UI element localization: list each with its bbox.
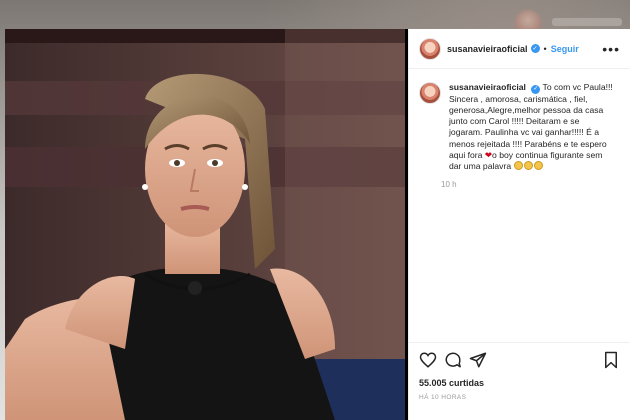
post-side-panel: susanavieiraoficial ✓ • Seguir ••• susan… xyxy=(408,29,630,420)
post-timestamp: HÁ 10 HORAS xyxy=(419,394,467,401)
grimace-emoji-icon xyxy=(513,161,523,171)
post-photo[interactable] xyxy=(5,29,405,420)
heart-icon[interactable] xyxy=(419,351,437,369)
caption-username[interactable]: susanavieiraoficial xyxy=(449,82,526,92)
verified-badge-icon: ✓ xyxy=(530,44,540,53)
caption-age: 10 h xyxy=(441,179,457,189)
post-actions: 55.005 curtidas HÁ 10 HORAS xyxy=(409,342,630,420)
caption-verified-badge-icon: ✓ xyxy=(531,84,541,94)
share-icon[interactable] xyxy=(469,351,487,369)
grimace-emoji-icon xyxy=(533,161,543,171)
likes-count[interactable]: 55.005 curtidas xyxy=(419,378,620,388)
avatar[interactable] xyxy=(419,37,441,60)
post-header: susanavieiraoficial ✓ • Seguir ••• xyxy=(409,29,630,69)
username[interactable]: susanavieiraoficial xyxy=(447,44,528,54)
background-blur-bar xyxy=(552,18,622,26)
caption-text: susanavieiraoficial ✓ To com vc Paula!!!… xyxy=(449,82,614,173)
comment-icon[interactable] xyxy=(444,351,462,369)
follow-button[interactable]: Seguir xyxy=(551,44,579,54)
bookmark-icon[interactable] xyxy=(602,351,620,369)
caption-avatar[interactable] xyxy=(419,82,441,104)
more-options-icon[interactable]: ••• xyxy=(602,42,620,56)
grimace-emoji-icon xyxy=(523,161,533,171)
action-icons xyxy=(419,351,620,369)
caption-part-1: To com vc Paula!!! Sincera , amorosa, ca… xyxy=(449,82,613,160)
instagram-post: susanavieiraoficial ✓ • Seguir ••• susan… xyxy=(5,29,630,420)
photo-illustration xyxy=(5,29,405,420)
caption-comment: susanavieiraoficial ✓ To com vc Paula!!!… xyxy=(409,69,630,189)
separator-dot: • xyxy=(543,43,547,54)
heart-emoji-icon: ❤ xyxy=(484,149,493,160)
